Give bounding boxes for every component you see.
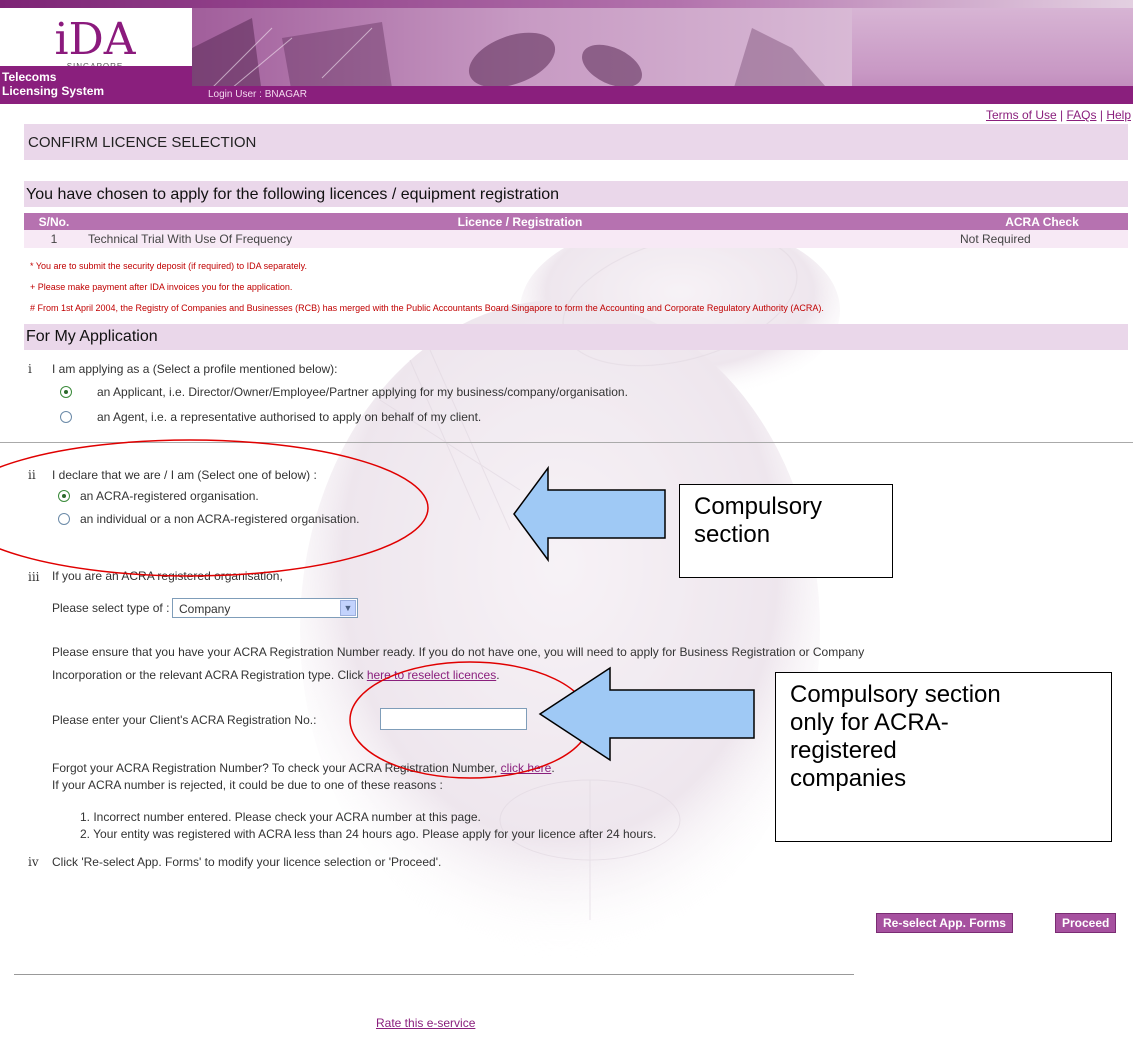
select-value: Company	[179, 602, 231, 616]
system-name-line2: Licensing System	[2, 84, 105, 98]
column-header-licence: Licence / Registration	[84, 213, 956, 230]
select-type-label: Please select type of :	[52, 601, 170, 615]
table-header-row: S/No. Licence / Registration ACRA Check	[24, 213, 1128, 230]
callout-line: Compulsory	[694, 493, 823, 520]
faqs-link[interactable]: FAQs	[1066, 108, 1096, 122]
question-number: ii	[28, 468, 36, 482]
ensure-line-2: Incorporation or the relevant ACRA Regis…	[52, 668, 500, 682]
cell-licence: Technical Trial With Use Of Frequency	[84, 230, 956, 248]
ida-logo: iDA SINGAPORE	[40, 14, 150, 72]
help-link[interactable]: Help	[1106, 108, 1131, 122]
cell-acra-check: Not Required	[956, 230, 1128, 248]
licence-table: S/No. Licence / Registration ACRA Check …	[24, 213, 1128, 248]
callout-line: Compulsory section	[790, 681, 1001, 708]
radio-agent[interactable]	[60, 411, 72, 423]
radio-agent-label: an Agent, i.e. a representative authoris…	[97, 410, 482, 424]
forgot-prefix: Forgot your ACRA Registration Number? To…	[52, 761, 501, 775]
table-row: 1 Technical Trial With Use Of Frequency …	[24, 230, 1128, 248]
radio-acra-registered[interactable]	[58, 490, 70, 502]
chevron-down-icon[interactable]: ▼	[340, 600, 356, 616]
q3-text: If you are an ACRA registered organisati…	[52, 569, 283, 583]
section-divider	[0, 442, 1133, 443]
column-header-acra: ACRA Check	[956, 213, 1128, 230]
page-title: CONFIRM LICENCE SELECTION	[28, 134, 257, 151]
radio-non-acra[interactable]	[58, 513, 70, 525]
q2-text: I declare that we are / I am (Select one…	[52, 468, 317, 482]
header-banner: iDA SINGAPORE Telecoms Licensing System …	[0, 0, 1133, 104]
login-user: Login User : BNAGAR	[208, 89, 307, 100]
cell-sno: 1	[24, 230, 84, 248]
ensure-text: Incorporation or the relevant ACRA Regis…	[52, 668, 367, 682]
licence-heading-bar: You have chosen to apply for the followi…	[24, 181, 1128, 207]
ensure-end: .	[496, 668, 500, 682]
reselect-licences-link[interactable]: here to reselect licences	[367, 668, 496, 682]
acra-input-label: Please enter your Client's ACRA Registra…	[52, 713, 317, 727]
terms-of-use-link[interactable]: Terms of Use	[986, 108, 1057, 122]
application-heading-bar: For My Application	[24, 324, 1128, 350]
logo-mark: iDA	[54, 14, 136, 65]
login-bar: Login User : BNAGAR	[192, 86, 1133, 104]
rate-e-service-link[interactable]: Rate this e-service	[376, 1016, 475, 1030]
reason-2: 2. Your entity was registered with ACRA …	[80, 827, 657, 841]
acra-registration-input[interactable]	[380, 708, 527, 730]
application-heading: For My Application	[26, 328, 158, 345]
system-name: Telecoms Licensing System	[0, 66, 192, 104]
proceed-button[interactable]: Proceed	[1055, 913, 1117, 933]
reselect-app-forms-button[interactable]: Re-select App. Forms	[876, 913, 1013, 933]
reject-text: If your ACRA number is rejected, it coul…	[52, 778, 443, 792]
radio-applicant[interactable]	[60, 386, 72, 398]
callout-compulsory-section: Compulsory section	[679, 484, 893, 578]
radio-acra-registered-label: an ACRA-registered organisation.	[80, 489, 259, 503]
banner-top-stripe	[0, 0, 1133, 8]
link-separator: |	[1099, 108, 1103, 122]
reason-1: 1. Incorrect number entered. Please chec…	[80, 810, 481, 824]
system-name-line1: Telecoms	[2, 70, 57, 84]
organisation-type-select[interactable]: Company ▼	[172, 598, 358, 618]
radio-non-acra-label: an individual or a non ACRA-registered o…	[80, 512, 360, 526]
top-links: Terms of Use | FAQs | Help	[986, 108, 1131, 122]
callout-line: only for ACRA-	[790, 709, 949, 736]
column-header-sno: S/No.	[24, 213, 84, 230]
banner-satellite-image	[192, 8, 852, 94]
check-acra-link[interactable]: click here	[501, 761, 552, 775]
licence-heading: You have chosen to apply for the followi…	[26, 186, 560, 203]
callout-line: section	[694, 521, 771, 548]
note-security-deposit: * You are to submit the security deposit…	[30, 261, 307, 271]
question-number: iv	[28, 855, 39, 869]
note-acra-merger: # From 1st April 2004, the Registry of C…	[30, 303, 824, 313]
ensure-line-1: Please ensure that you have your ACRA Re…	[52, 645, 865, 659]
question-number: iii	[28, 570, 40, 584]
radio-applicant-label: an Applicant, i.e. Director/Owner/Employ…	[97, 385, 628, 399]
callout-line: registered	[790, 737, 897, 764]
forgot-end: .	[551, 761, 555, 775]
footer-divider	[14, 974, 854, 975]
note-payment: + Please make payment after IDA invoices…	[30, 282, 293, 292]
q1-text: I am applying as a (Select a profile men…	[52, 362, 338, 376]
link-separator: |	[1060, 108, 1064, 122]
question-number: i	[28, 362, 32, 376]
page-title-bar: CONFIRM LICENCE SELECTION	[24, 124, 1128, 160]
callout-compulsory-acra: Compulsory section only for ACRA- regist…	[775, 672, 1112, 842]
callout-line: companies	[790, 765, 907, 792]
q4-text: Click 'Re-select App. Forms' to modify y…	[52, 855, 442, 869]
forgot-text: Forgot your ACRA Registration Number? To…	[52, 761, 555, 775]
